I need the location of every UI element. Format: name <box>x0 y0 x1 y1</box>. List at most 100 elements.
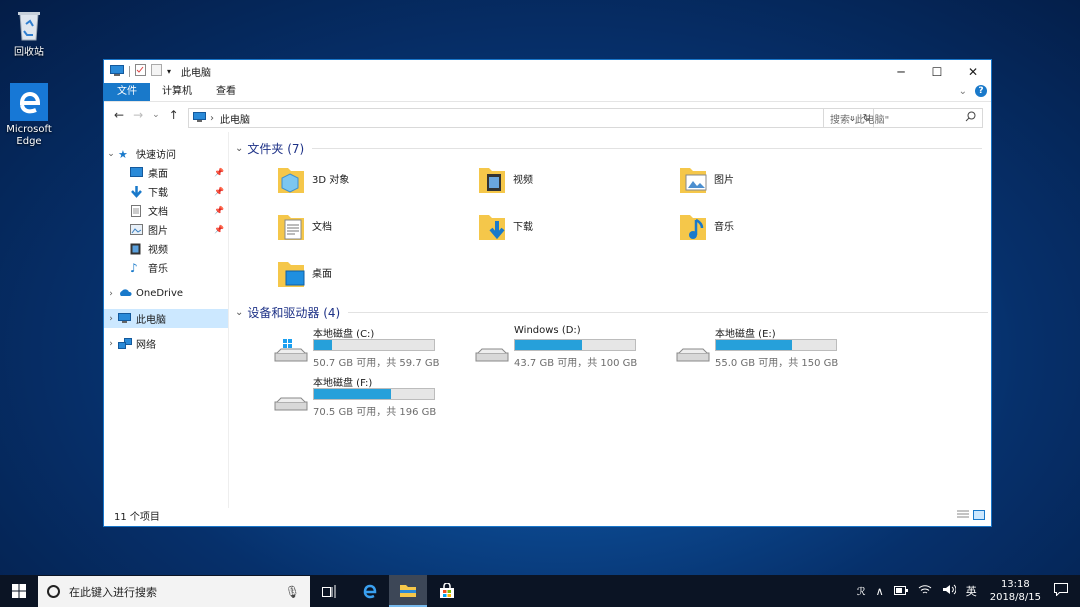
folder-videos[interactable]: 视频 <box>477 158 657 198</box>
sidebar-item-label: 网络 <box>136 340 156 351</box>
breadcrumb-this-pc[interactable]: 此电脑 <box>220 111 250 126</box>
up-button[interactable]: ↑ <box>169 108 179 122</box>
sidebar-item-downloads[interactable]: 下载 📌 <box>104 182 228 201</box>
folder-downloads[interactable]: 下载 <box>477 205 657 245</box>
sidebar-item-this-pc[interactable]: › 此电脑 <box>104 309 228 328</box>
title-bar[interactable]: ▾ 此电脑 ─ ☐ ✕ <box>104 60 991 83</box>
clock[interactable]: 13:18 2018/8/15 <box>990 578 1041 604</box>
action-center-icon[interactable] <box>1054 583 1068 599</box>
sidebar-item-label: 图片 <box>148 226 168 237</box>
sidebar-item-music[interactable]: ♪ 音乐 <box>104 258 228 277</box>
close-button[interactable]: ✕ <box>955 60 991 83</box>
drive-usage-fill <box>314 389 391 399</box>
taskbar-search-box[interactable]: 在此键入进行搜索 🎙 <box>38 576 310 607</box>
search-box[interactable]: 搜索"此电脑" <box>823 108 983 128</box>
taskbar-edge-button[interactable] <box>350 575 388 607</box>
tab-file[interactable]: 文件 <box>104 83 150 101</box>
microphone-icon[interactable]: 🎙 <box>285 585 300 599</box>
sidebar-item-network[interactable]: › 网络 <box>104 334 228 353</box>
folder-desktop[interactable]: 桌面 <box>276 252 456 292</box>
drive-name: Windows (D:) <box>514 325 581 336</box>
help-icon[interactable]: ? <box>975 85 987 97</box>
drive-usage-bar <box>715 339 837 351</box>
large-icons-view-icon[interactable] <box>973 510 985 523</box>
volume-icon[interactable] <box>942 584 957 598</box>
people-icon[interactable]: ℛ <box>857 585 866 598</box>
clock-date: 2018/8/15 <box>989 592 1041 603</box>
qa-divider <box>129 66 130 77</box>
start-button[interactable] <box>0 575 38 607</box>
sidebar-item-label: 音乐 <box>148 264 168 275</box>
collapse-icon[interactable]: ⌄ <box>235 143 243 154</box>
drive-f[interactable]: 本地磁盘 (F:) 70.5 GB 可用，共 196 GB <box>273 374 453 418</box>
taskbar-store-button[interactable] <box>428 575 466 607</box>
drive-usage-bar <box>313 339 435 351</box>
sidebar-item-videos[interactable]: 视频 <box>104 239 228 258</box>
details-view-icon[interactable] <box>957 510 969 523</box>
videos-folder-icon <box>477 160 507 196</box>
task-view-icon <box>322 584 336 598</box>
desktop-recycle-bin[interactable]: 回收站 <box>0 6 58 59</box>
sidebar-item-desktop[interactable]: 桌面 📌 <box>104 163 228 182</box>
customize-qa-icon[interactable]: ▾ <box>167 67 171 76</box>
expand-icon[interactable]: › <box>104 314 118 324</box>
sidebar-item-label: 文档 <box>148 207 168 218</box>
drive-space-info: 43.7 GB 可用，共 100 GB <box>514 358 638 369</box>
sidebar-item-quick-access[interactable]: ⌄ ★ 快速访问 <box>104 144 228 163</box>
sidebar-item-pictures[interactable]: 图片 📌 <box>104 220 228 239</box>
network-status-icon[interactable] <box>918 584 932 598</box>
sidebar-item-documents[interactable]: 文档 📌 <box>104 201 228 220</box>
folder-3d-objects[interactable]: 3D 对象 <box>276 158 456 198</box>
breadcrumb-separator[interactable]: › <box>210 113 214 124</box>
expand-icon[interactable]: › <box>104 339 118 349</box>
folders-group-header[interactable]: ⌄ 文件夹 (7) <box>235 140 983 157</box>
folder-pictures[interactable]: 图片 <box>678 158 858 198</box>
taskbar: 在此键入进行搜索 🎙 ℛ ∧ 英 13:18 2018/8/15 <box>0 575 1080 607</box>
folder-music[interactable]: 音乐 <box>678 205 858 245</box>
tray-overflow-icon[interactable]: ∧ <box>876 585 884 598</box>
collapse-icon[interactable]: ⌄ <box>104 149 118 159</box>
windows-logo-icon <box>12 584 26 598</box>
edge-icon <box>363 584 377 599</box>
desktop-folder-icon <box>276 254 306 290</box>
desktop-edge[interactable]: Microsoft Edge <box>0 83 58 148</box>
drive-usage-fill <box>515 340 583 350</box>
input-method-indicator[interactable]: 英 <box>966 583 977 599</box>
drive-usage-fill <box>314 340 332 350</box>
tab-computer[interactable]: 计算机 <box>150 83 204 101</box>
taskbar-explorer-button[interactable] <box>389 575 427 607</box>
collapse-icon[interactable]: ⌄ <box>235 307 243 318</box>
properties-icon[interactable] <box>135 64 146 79</box>
explorer-window: ▾ 此电脑 ─ ☐ ✕ 文件 计算机 查看 ⌄ ? ← → ⌄ ↑ › 此电脑 … <box>103 59 992 527</box>
expand-icon[interactable]: › <box>104 289 118 299</box>
maximize-button[interactable]: ☐ <box>919 60 955 83</box>
pictures-folder-icon <box>678 160 708 196</box>
forward-button[interactable]: → <box>133 108 143 122</box>
back-button[interactable]: ← <box>114 108 124 122</box>
drive-e[interactable]: 本地磁盘 (E:) 55.0 GB 可用，共 150 GB <box>675 325 855 369</box>
this-pc-address-icon <box>193 111 206 125</box>
recent-locations-button[interactable]: ⌄ <box>152 110 160 120</box>
pin-icon: 📌 <box>214 206 224 215</box>
drive-d[interactable]: Windows (D:) 43.7 GB 可用，共 100 GB <box>474 325 654 369</box>
drives-group-header[interactable]: ⌄ 设备和驱动器 (4) <box>235 304 989 321</box>
folder-documents[interactable]: 文档 <box>276 205 456 245</box>
minimize-button[interactable]: ─ <box>883 60 919 83</box>
pin-icon: 📌 <box>214 225 224 234</box>
sidebar-item-onedrive[interactable]: › OneDrive <box>104 284 228 303</box>
drive-space-info: 50.7 GB 可用，共 59.7 GB <box>313 358 440 369</box>
address-bar[interactable]: › 此电脑 ⌄ ↻ <box>188 108 874 128</box>
task-view-button[interactable] <box>310 575 348 607</box>
expand-ribbon-icon[interactable]: ⌄ <box>959 86 967 97</box>
drive-c[interactable]: 本地磁盘 (C:) 50.7 GB 可用，共 59.7 GB <box>273 325 453 369</box>
power-icon[interactable] <box>893 585 908 598</box>
tab-view[interactable]: 查看 <box>204 83 248 101</box>
ribbon-right: ⌄ ? <box>959 85 987 97</box>
folder-label: 下载 <box>513 221 533 233</box>
new-folder-icon[interactable] <box>151 64 162 79</box>
group-title: 设备和驱动器 (4) <box>247 306 341 320</box>
sidebar-item-label: 桌面 <box>148 169 168 180</box>
3d-objects-icon <box>276 160 306 196</box>
videos-icon <box>130 243 144 255</box>
downloads-folder-icon <box>477 207 507 243</box>
